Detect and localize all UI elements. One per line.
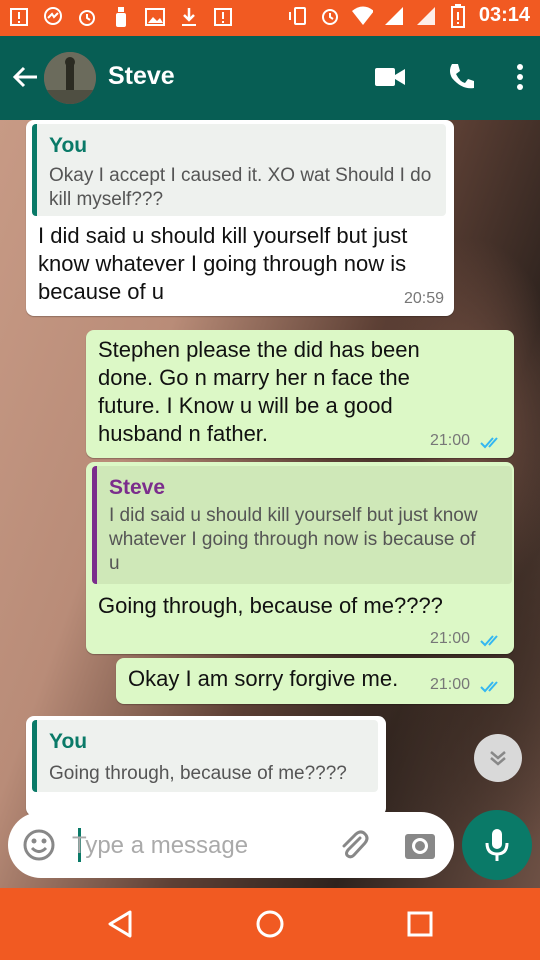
message-bubble-outgoing[interactable]: Okay I am sorry forgive me. 21:00 (116, 658, 514, 704)
status-bar: 03:14 (0, 0, 540, 36)
quote-sender: You (49, 730, 88, 753)
more-vert-icon[interactable] (516, 63, 524, 96)
wifi-icon (351, 5, 373, 27)
nav-home-icon[interactable] (254, 908, 286, 940)
emoji-icon[interactable] (22, 828, 56, 862)
alert-icon (8, 6, 30, 28)
quote-sender: Steve (109, 476, 166, 499)
message-bubble-incoming[interactable]: You Going through, because of me???? (26, 716, 386, 816)
chat-header: Steve (0, 36, 540, 120)
system-icons: 03:14 (287, 3, 530, 28)
read-ticks-icon (480, 681, 498, 693)
back-arrow-icon[interactable] (10, 62, 40, 92)
battery-low-icon (447, 3, 469, 28)
read-ticks-icon (480, 437, 498, 449)
message-time: 20:59 (403, 290, 444, 307)
chat-area[interactable]: You Okay I accept I caused it. XO wat Sh… (0, 120, 540, 888)
message-text: Okay I am sorry forgive me. (128, 666, 399, 691)
messenger-icon (42, 6, 64, 28)
message-time: 21:00 (430, 676, 471, 693)
message-input-bar: Type a message (8, 812, 454, 878)
message-bubble-outgoing[interactable]: Steve I did said u should kill yourself … (86, 462, 514, 654)
quoted-message[interactable]: You Okay I accept I caused it. XO wat Sh… (32, 124, 446, 216)
bottle-icon (110, 6, 132, 28)
avatar[interactable] (44, 52, 96, 104)
image-icon (144, 6, 166, 28)
mic-icon (485, 829, 509, 861)
message-text: I did said u should kill yourself but ju… (38, 223, 408, 304)
message-time: 21:00 (430, 432, 471, 449)
chevron-down-icon (490, 751, 506, 766)
alert-icon (212, 6, 234, 28)
mic-button[interactable] (462, 810, 532, 880)
quote-text: I did said u should kill yourself but ju… (109, 505, 478, 574)
message-bubble-outgoing[interactable]: Stephen please the did has been done. Go… (86, 330, 514, 458)
quote-sender: You (49, 134, 88, 157)
navigation-bar (0, 888, 540, 960)
alarm-icon (76, 6, 98, 28)
contact-name[interactable]: Steve (108, 62, 175, 91)
video-call-icon[interactable] (374, 65, 406, 94)
camera-icon[interactable] (404, 830, 436, 860)
scroll-to-bottom-button[interactable] (474, 734, 522, 782)
message-input[interactable]: Type a message (72, 832, 248, 860)
quote-text: Okay I accept I caused it. XO wat Should… (49, 165, 432, 210)
header-actions (374, 62, 524, 97)
notification-icons (8, 6, 234, 28)
vibrate-icon (287, 5, 309, 27)
alarm-icon (319, 5, 341, 27)
clock: 03:14 (478, 4, 530, 26)
quoted-message[interactable]: You Going through, because of me???? (32, 720, 378, 792)
quote-text: Going through, because of me???? (49, 763, 347, 784)
download-icon (178, 6, 200, 28)
nav-back-icon[interactable] (104, 908, 136, 940)
signal-icon (415, 5, 437, 27)
quoted-message[interactable]: Steve I did said u should kill yourself … (92, 466, 512, 584)
message-time: 21:00 (430, 630, 471, 647)
nav-recents-icon[interactable] (404, 908, 436, 940)
message-text: Going through, because of me???? (98, 593, 443, 618)
attach-icon[interactable] (336, 828, 370, 862)
message-bubble-incoming[interactable]: You Okay I accept I caused it. XO wat Sh… (26, 120, 454, 316)
phone-icon[interactable] (446, 62, 476, 97)
read-ticks-icon (480, 635, 498, 647)
message-text: Stephen please the did has been done. Go… (98, 337, 420, 446)
signal-icon (383, 5, 405, 27)
